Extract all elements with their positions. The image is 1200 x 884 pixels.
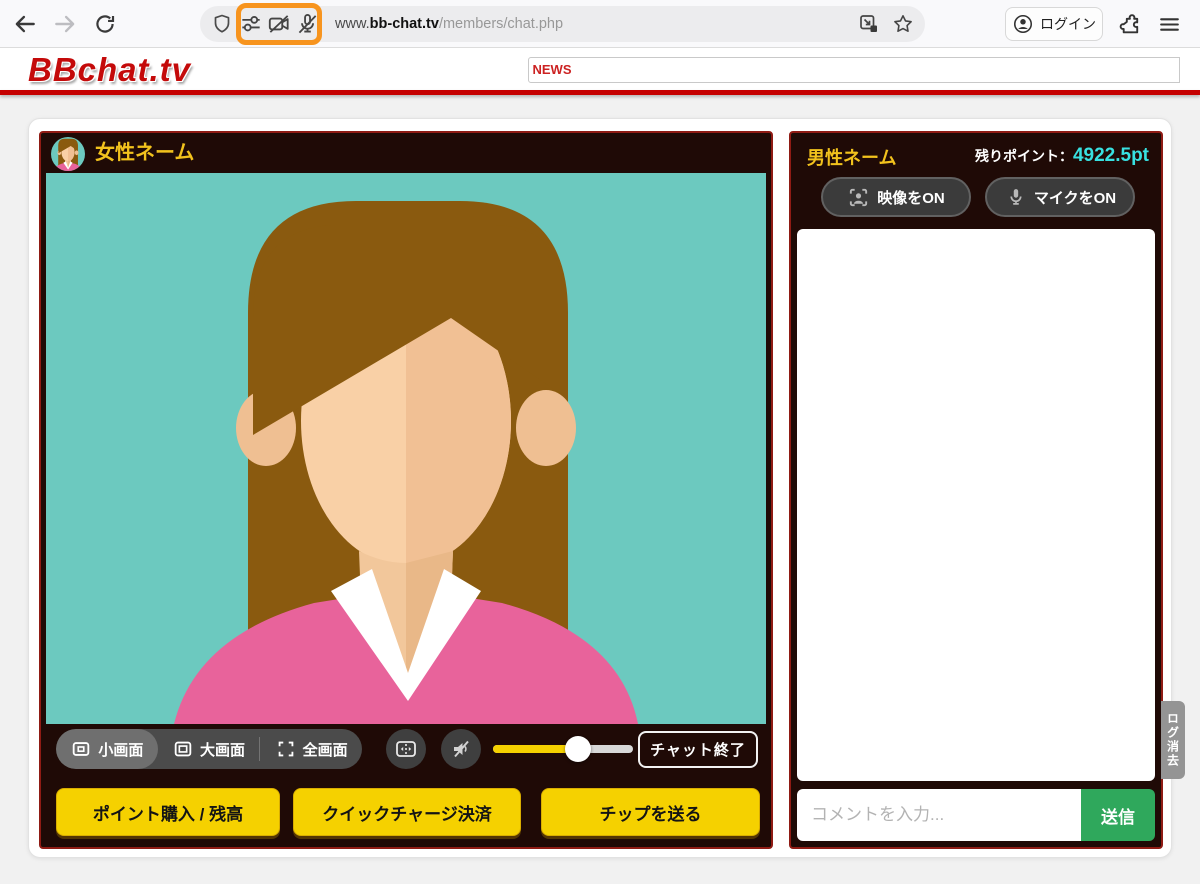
forward-arrow-icon [52, 11, 78, 37]
full-screen-label: 全画面 [303, 739, 348, 760]
site-logo[interactable]: BBchat.tv [28, 51, 191, 89]
volume-slider[interactable] [493, 729, 633, 769]
performer-name: 女性ネーム [95, 133, 194, 173]
end-chat-button[interactable]: チャット終了 [638, 731, 758, 768]
url-text: www.bb-chat.tv/members/chat.php [335, 6, 563, 42]
login-label: ログイン [1040, 14, 1096, 34]
points-remaining: 残りポイント：4922.5pt [975, 145, 1149, 167]
full-screen-button[interactable]: 全画面 [260, 729, 362, 769]
small-screen-label: 小画面 [98, 739, 143, 760]
performer-header: 女性ネーム [41, 133, 771, 173]
chat-page-card: 女性ネーム 小画面 大画面 全画面 [28, 118, 1172, 858]
forward-button[interactable] [52, 11, 78, 37]
volume-track[interactable] [493, 745, 633, 753]
reload-icon [92, 11, 118, 37]
menu-icon[interactable] [1156, 12, 1182, 38]
comment-input[interactable] [797, 789, 1081, 841]
user-name: 男性ネーム [807, 144, 896, 170]
shield-icon[interactable] [210, 12, 234, 41]
mute-button[interactable] [441, 729, 481, 769]
screenshot-icon[interactable] [857, 12, 881, 36]
speaker-muted-icon [449, 737, 473, 761]
screenshot-root: www.bb-chat.tv/members/chat.php ログイン BBc… [0, 0, 1200, 884]
camera-frame-icon [847, 186, 870, 209]
camera-blocked-icon[interactable] [266, 11, 292, 37]
small-screen-icon [70, 738, 92, 760]
large-screen-label: 大画面 [200, 739, 245, 760]
mic-on-label: マイクをON [1034, 187, 1116, 208]
mirror-flip-button[interactable] [386, 729, 426, 769]
send-tip-button[interactable]: チップを送る [541, 788, 760, 836]
volume-thumb[interactable] [565, 736, 591, 762]
mic-on-button[interactable]: マイクをON [985, 177, 1135, 217]
view-mode-segmented-control: 小画面 大画面 全画面 [56, 729, 362, 769]
login-button[interactable]: ログイン [1005, 7, 1103, 41]
woman-avatar-icon [51, 137, 85, 171]
brand-divider [0, 90, 1200, 95]
extensions-icon[interactable] [1118, 12, 1144, 38]
camera-on-button[interactable]: 映像をON [821, 177, 971, 217]
site-header: BBchat.tv NEWS [0, 48, 1200, 90]
send-button[interactable]: 送信 [1081, 789, 1155, 841]
points-value: 4922.5pt [1073, 145, 1149, 166]
buy-points-button[interactable]: ポイント購入 / 残高 [56, 788, 280, 836]
mirror-flip-icon [394, 737, 418, 761]
back-arrow-icon [12, 11, 38, 37]
bookmark-star-icon[interactable] [891, 12, 915, 36]
chat-log [797, 229, 1155, 781]
microphone-icon [1004, 186, 1027, 209]
url-www: www. [335, 16, 370, 32]
back-button[interactable] [12, 11, 38, 37]
url-domain: bb-chat.tv [370, 16, 439, 32]
full-screen-icon [275, 738, 297, 760]
comment-row: 送信 [797, 789, 1155, 841]
permissions-highlight-box [236, 3, 322, 45]
large-screen-button[interactable]: 大画面 [158, 729, 260, 769]
points-label: 残りポイント： [975, 148, 1073, 164]
reload-button[interactable] [92, 11, 118, 37]
large-screen-icon [172, 738, 194, 760]
performer-avatar [51, 137, 85, 171]
video-stream [46, 173, 766, 724]
url-bar[interactable]: www.bb-chat.tv/members/chat.php [200, 6, 925, 42]
performer-panel: 女性ネーム 小画面 大画面 全画面 [39, 131, 773, 849]
mic-blocked-icon[interactable] [294, 11, 320, 37]
quick-charge-button[interactable]: クイックチャージ決済 [293, 788, 521, 836]
clear-log-tab[interactable]: ログ消去 [1161, 701, 1185, 779]
account-icon [1012, 13, 1034, 35]
user-panel: 男性ネーム 残りポイント：4922.5pt 映像をON マイクをON 送信 ログ… [789, 131, 1163, 849]
browser-toolbar: www.bb-chat.tv/members/chat.php ログイン [0, 0, 1200, 48]
news-ticker [575, 57, 1180, 83]
news-label: NEWS [528, 57, 576, 83]
small-screen-button[interactable]: 小画面 [56, 729, 158, 769]
permissions-icon[interactable] [238, 11, 264, 37]
url-path: /members/chat.php [439, 16, 563, 32]
camera-on-label: 映像をON [877, 187, 945, 208]
